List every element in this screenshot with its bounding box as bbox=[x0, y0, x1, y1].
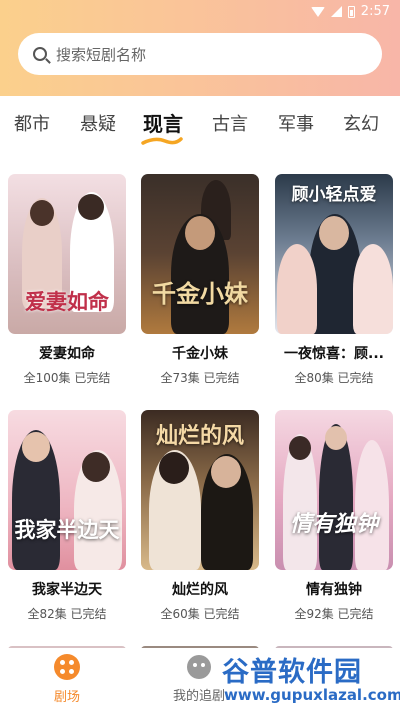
drama-card[interactable]: 灿烂的风 灿烂的风 全60集 已完结 bbox=[141, 410, 259, 622]
tab-guyan[interactable]: 古言 bbox=[212, 110, 248, 136]
status-bar: 2:57 bbox=[0, 0, 400, 24]
status-time: 2:57 bbox=[360, 4, 390, 19]
drama-status: 已完结 bbox=[337, 607, 374, 621]
drama-status: 已完结 bbox=[203, 607, 240, 621]
nav-theater[interactable]: 剧场 bbox=[27, 654, 107, 705]
drama-meta: 全73集 已完结 bbox=[141, 369, 259, 386]
drama-card[interactable]: 我家半边天 我家半边天 全82集 已完结 bbox=[8, 410, 126, 622]
episode-count: 全73集 bbox=[160, 371, 200, 385]
episode-count: 全82集 bbox=[27, 607, 67, 621]
episode-count: 全60集 bbox=[160, 607, 200, 621]
drama-poster[interactable]: 顾小轻点爱 bbox=[275, 174, 393, 334]
drama-card[interactable]: 顾小轻点爱 一夜惊喜：顾... 全80集 已完结 bbox=[275, 174, 393, 386]
drama-title: 一夜惊喜：顾... bbox=[284, 346, 384, 362]
wifi-icon bbox=[310, 6, 325, 17]
tab-xuanhuan[interactable]: 玄幻 bbox=[343, 110, 379, 136]
battery-icon bbox=[347, 5, 355, 18]
search-placeholder: 搜索短剧名称 bbox=[56, 45, 147, 64]
face-icon bbox=[187, 655, 211, 679]
poster-title: 灿烂的风 bbox=[155, 423, 244, 449]
drama-title: 我家半边天 bbox=[32, 582, 102, 598]
drama-meta: 全60集 已完结 bbox=[141, 605, 259, 622]
drama-poster[interactable]: 爱妻如命 bbox=[8, 174, 126, 334]
drama-meta: 全82集 已完结 bbox=[8, 605, 126, 622]
poster-title: 我家半边天 bbox=[14, 517, 120, 542]
drama-status: 已完结 bbox=[203, 371, 240, 385]
episode-count: 全80集 bbox=[294, 371, 334, 385]
drama-card[interactable]: 千金小妹 千金小妹 全73集 已完结 bbox=[141, 174, 259, 386]
drama-meta: 全100集 已完结 bbox=[8, 369, 126, 386]
site-watermark: 谷普软件园 www.gupuxlazal.com bbox=[216, 648, 400, 710]
drama-title: 灿烂的风 bbox=[172, 582, 228, 598]
episode-count: 全92集 bbox=[294, 607, 334, 621]
search-input[interactable]: 搜索短剧名称 bbox=[18, 33, 382, 75]
drama-card[interactable]: 情有独钟 情有独钟 全92集 已完结 bbox=[275, 410, 393, 622]
theater-icon bbox=[54, 654, 80, 680]
watermark-name: 谷普软件园 bbox=[222, 657, 362, 688]
poster-title: 情有独钟 bbox=[289, 511, 378, 537]
episode-count: 全100集 bbox=[23, 371, 71, 385]
drama-poster[interactable]: 情有独钟 bbox=[275, 410, 393, 570]
drama-poster[interactable]: 千金小妹 bbox=[141, 174, 259, 334]
tab-xianyan[interactable]: 现言 bbox=[143, 108, 183, 137]
nav-label-theater: 剧场 bbox=[53, 690, 80, 705]
drama-meta: 全92集 已完结 bbox=[275, 605, 393, 622]
active-tab-indicator bbox=[141, 137, 183, 145]
category-tabs: 都市 悬疑 现言 古言 军事 玄幻 bbox=[0, 96, 400, 150]
drama-status: 已完结 bbox=[337, 371, 374, 385]
tab-junshi[interactable]: 军事 bbox=[278, 110, 314, 136]
drama-status: 已完结 bbox=[74, 371, 111, 385]
drama-meta: 全80集 已完结 bbox=[275, 369, 393, 386]
poster-title: 爱妻如命 bbox=[25, 289, 109, 314]
poster-title: 千金小妹 bbox=[152, 279, 248, 308]
tab-xuanyi[interactable]: 悬疑 bbox=[80, 110, 116, 136]
drama-title: 情有独钟 bbox=[306, 582, 362, 598]
signal-icon bbox=[330, 6, 342, 17]
watermark-url: www.gupuxlazal.com bbox=[224, 686, 400, 704]
drama-poster[interactable]: 我家半边天 bbox=[8, 410, 126, 570]
drama-card[interactable]: 爱妻如命 爱妻如命 全100集 已完结 bbox=[8, 174, 126, 386]
drama-title: 爱妻如命 bbox=[39, 346, 95, 362]
tab-dushi[interactable]: 都市 bbox=[14, 110, 50, 136]
drama-status: 已完结 bbox=[70, 607, 107, 621]
drama-poster[interactable]: 灿烂的风 bbox=[141, 410, 259, 570]
poster-title: 顾小轻点爱 bbox=[291, 185, 377, 205]
drama-title: 千金小妹 bbox=[172, 346, 228, 362]
search-icon bbox=[33, 47, 47, 61]
